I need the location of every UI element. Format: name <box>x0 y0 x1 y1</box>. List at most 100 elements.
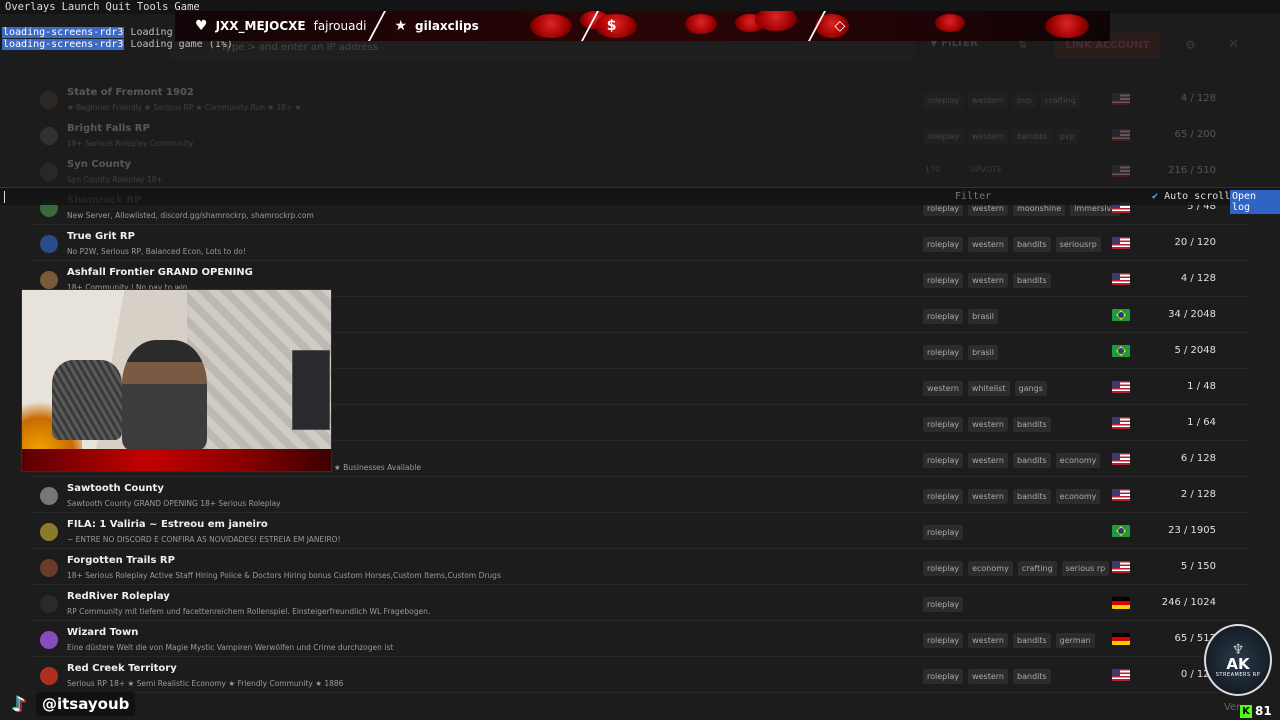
server-tags: roleplay western bandits pvp <box>923 129 1079 144</box>
red-cloud <box>1045 14 1089 38</box>
server-tag: bandits <box>1013 237 1051 252</box>
country-flag-icon <box>1112 633 1130 645</box>
server-row[interactable]: True Grit RP No P2W, Serious RP, Balanced… <box>30 226 1250 261</box>
vote-count: 170 <box>925 165 941 174</box>
server-description: 18+ Serious Roleplay Active Staff Hiring… <box>67 571 501 580</box>
menu-overlays[interactable]: Overlays <box>5 1 56 13</box>
red-cloud <box>685 14 717 34</box>
server-tag: german <box>1055 633 1095 648</box>
server-row[interactable]: RedRiver Roleplay RP Community mit tiefem… <box>30 586 1250 621</box>
server-description: 18+ Serious Roleplay Community <box>67 139 194 148</box>
server-tag: roleplay <box>923 489 964 504</box>
server-tag: western <box>968 93 1009 108</box>
server-tags: roleplay brasil <box>923 345 998 360</box>
player-count: 4 / 128 <box>1180 93 1216 104</box>
server-tag: roleplay <box>923 273 964 288</box>
console-filter-bar: Filter ✔ Auto scroll Open log <box>0 187 1280 214</box>
player-count: 246 / 1024 <box>1161 597 1216 608</box>
server-name: Forgotten Trails RP <box>67 555 175 566</box>
server-tags: roleplay <box>923 597 964 612</box>
server-tag: crafting <box>1040 93 1080 108</box>
server-tag: roleplay <box>923 309 964 324</box>
diamond-icon: ◇ <box>834 18 846 34</box>
banner-name: fajrouadi <box>313 19 367 33</box>
player-count: 6 / 128 <box>1180 453 1216 464</box>
server-row[interactable]: Sawtooth County Sawtooth County GRAND OPE… <box>30 478 1250 513</box>
server-tags: roleplay <box>923 525 964 540</box>
menu-quit[interactable]: Quit <box>106 1 131 13</box>
close-icon[interactable]: ✕ <box>1228 37 1239 52</box>
logo-subtext: STREAMERS RP <box>1215 671 1261 678</box>
server-description: Eine düstere Welt die von Magie Mystic V… <box>67 643 394 652</box>
banner-item-tip: $ <box>607 18 617 34</box>
server-icon <box>40 163 58 181</box>
tiktok-handle: ♪ @itsayoub <box>8 690 136 718</box>
webcam-chair <box>52 360 122 440</box>
server-tag: crafting <box>1017 561 1057 576</box>
server-tags: roleplay western bandits seriousrp <box>923 237 1101 252</box>
console-filter-input[interactable]: Filter <box>955 191 991 202</box>
server-name: Bright Falls RP <box>67 123 150 134</box>
server-row[interactable]: FILA: 1 Valiria ~ Estreou em janeiro ~ EN… <box>30 514 1250 549</box>
webcam-pc <box>292 350 330 430</box>
server-name: Syn County <box>67 159 132 170</box>
server-description: No P2W, Serious RP, Balanced Econ, Lots … <box>67 247 246 256</box>
menu-tools[interactable]: Tools <box>137 1 169 13</box>
server-tag: whitelist <box>967 381 1010 396</box>
server-icon <box>40 487 58 505</box>
server-row[interactable]: State of Fremont 1902 ★ Beginner Friendly… <box>30 82 1250 117</box>
server-tags: roleplay western bandits economy <box>923 489 1101 504</box>
server-tag: roleplay <box>923 93 964 108</box>
version-label: Ver <box>1224 702 1241 713</box>
player-count: 20 / 120 <box>1174 237 1216 248</box>
red-cloud <box>755 11 797 31</box>
server-tag: roleplay <box>923 237 964 252</box>
banner-item-follow: ★ gilaxclips <box>394 18 478 34</box>
server-row[interactable]: Red Creek Territory Serious RP 18+ ★ Semi… <box>30 658 1250 693</box>
server-description: ~ ENTRE NO DISCORD E CONFIRA AS NOVIDADE… <box>67 535 341 544</box>
server-icon <box>40 667 58 685</box>
country-flag-icon <box>1112 273 1130 285</box>
server-row[interactable]: Wizard Town Eine düstere Welt die von Mag… <box>30 622 1250 657</box>
server-tag: seriousrp <box>1055 237 1101 252</box>
upvote-button[interactable]: UPVOTE <box>970 165 1002 174</box>
kick-icon: K <box>1240 704 1252 718</box>
server-name: True Grit RP <box>67 231 135 242</box>
gear-icon[interactable]: ⚙ <box>1185 38 1196 52</box>
webcam-overlay <box>21 289 332 472</box>
server-tag: brasil <box>968 309 998 324</box>
server-tag: bandits <box>1013 417 1051 432</box>
country-flag-icon <box>1112 165 1130 177</box>
server-tags: roleplay brasil <box>923 309 998 324</box>
banner-item-sub: ◇ <box>834 18 845 34</box>
server-name: Sawtooth County <box>67 483 164 494</box>
star-icon: ★ <box>394 18 407 34</box>
server-tag: gangs <box>1014 381 1047 396</box>
server-icon <box>40 91 58 109</box>
checkmark-icon: ✔ <box>1152 191 1159 202</box>
server-icon <box>40 127 58 145</box>
server-tag: western <box>968 633 1009 648</box>
server-tag: western <box>968 669 1009 684</box>
player-count: 4 / 128 <box>1180 273 1216 284</box>
dollar-icon: $ <box>606 18 617 34</box>
server-row[interactable]: Bright Falls RP 18+ Serious Roleplay Comm… <box>30 118 1250 153</box>
country-flag-icon <box>1112 417 1130 429</box>
server-name: Wizard Town <box>67 627 139 638</box>
server-tag: bandits <box>1013 273 1051 288</box>
banner-divider <box>368 11 387 41</box>
open-log-button[interactable]: Open log <box>1230 190 1280 214</box>
country-flag-icon <box>1112 453 1130 465</box>
autoscroll-toggle[interactable]: ✔ Auto scroll <box>1152 191 1230 202</box>
console-input-cursor[interactable] <box>4 191 5 203</box>
autoscroll-label: Auto scroll <box>1164 191 1231 202</box>
server-name: Red Creek Territory <box>67 663 177 674</box>
server-icon <box>40 595 58 613</box>
menu-launch[interactable]: Launch <box>62 1 100 13</box>
banner-item-donation: ♥ JXX_MEJOCXE fajrouadi <box>175 18 366 34</box>
server-description: Sawtooth County GRAND OPENING 18+ Seriou… <box>67 499 281 508</box>
server-row[interactable]: Forgotten Trails RP 18+ Serious Roleplay … <box>30 550 1250 585</box>
server-row[interactable]: Syn County Syn County Roleplay 18+ 170 UPVO… <box>30 154 1250 189</box>
red-cloud <box>935 14 965 32</box>
country-flag-icon <box>1112 129 1130 141</box>
